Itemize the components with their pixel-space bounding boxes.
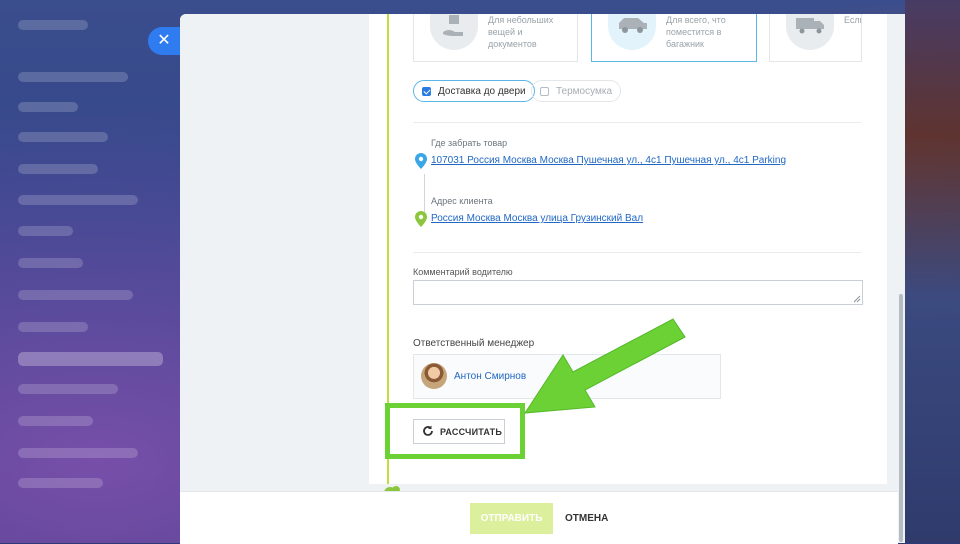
send-button[interactable]: ОТПРАВИТЬ	[470, 503, 553, 534]
bg-item	[18, 290, 133, 300]
checkbox-checked-icon	[422, 87, 431, 96]
bg-item	[18, 478, 103, 488]
background-right-column	[905, 0, 960, 543]
panel-footer: ОТПРАВИТЬ ОТМЕНА	[180, 491, 898, 544]
thermo-bag-checkbox[interactable]: Термосумка	[531, 80, 622, 102]
bg-item	[18, 72, 128, 82]
driver-comment-input[interactable]	[413, 280, 863, 305]
background-sidebar	[0, 0, 175, 543]
bg-item	[18, 258, 83, 268]
scroll-thumb[interactable]	[899, 294, 903, 542]
order-panel: Для небольших вещей и документов Для все…	[180, 14, 905, 543]
close-icon: ✕	[157, 32, 171, 49]
bg-item	[18, 195, 138, 205]
close-panel-button[interactable]: ✕	[148, 27, 180, 55]
car-icon	[608, 14, 656, 50]
manager-label: Ответственный менеджер	[413, 338, 535, 349]
bg-item	[18, 416, 93, 426]
route-connector	[424, 174, 425, 214]
bg-item	[18, 164, 98, 174]
thermo-bag-label: Термосумка	[556, 86, 613, 97]
pickup-label: Где забрать товар	[431, 138, 508, 148]
divider	[413, 252, 861, 253]
truck-icon	[786, 14, 834, 50]
client-address-link[interactable]: Россия Москва Москва улица Грузинский Ва…	[431, 213, 643, 224]
driver-comment-label: Комментарий водителю	[413, 267, 513, 277]
delivery-option-text: Для небольших вещей и документов	[488, 15, 554, 49]
panel-left-column	[180, 14, 360, 490]
bg-item	[18, 352, 163, 366]
divider	[413, 122, 861, 123]
bg-item	[18, 102, 78, 112]
delivery-option-truck[interactable]: Если маш	[769, 14, 862, 62]
bg-item	[18, 20, 88, 30]
manager-name[interactable]: Антон Смирнов	[454, 371, 526, 382]
door-delivery-label: Доставка до двери	[438, 86, 526, 97]
bg-item	[18, 226, 73, 236]
pickup-address-link[interactable]: 107031 Россия Москва Москва Пушечная ул.…	[431, 155, 786, 166]
client-pin-icon	[415, 211, 427, 227]
avatar	[421, 363, 447, 389]
delivery-option-text: Если маш	[844, 15, 861, 25]
hand-package-icon	[430, 14, 478, 50]
door-delivery-checkbox[interactable]: Доставка до двери	[413, 80, 535, 102]
delivery-option-small[interactable]: Для небольших вещей и документов	[413, 14, 578, 62]
cancel-button[interactable]: ОТМЕНА	[565, 503, 608, 534]
resize-grip-icon[interactable]	[853, 295, 861, 303]
panel-scrollbar[interactable]	[897, 14, 905, 543]
bg-item	[18, 448, 138, 458]
highlight-frame	[385, 403, 525, 459]
bg-item	[18, 384, 118, 394]
manager-card[interactable]: Антон Смирнов	[413, 354, 721, 399]
bg-item	[18, 132, 108, 142]
delivery-option-text: Для всего, что поместится в багажник	[666, 15, 726, 49]
checkbox-unchecked-icon	[540, 87, 549, 96]
pickup-pin-icon	[415, 153, 427, 169]
bg-item	[18, 322, 88, 332]
client-address-label: Адрес клиента	[431, 196, 493, 206]
delivery-option-car[interactable]: Для всего, что поместится в багажник	[591, 14, 757, 62]
